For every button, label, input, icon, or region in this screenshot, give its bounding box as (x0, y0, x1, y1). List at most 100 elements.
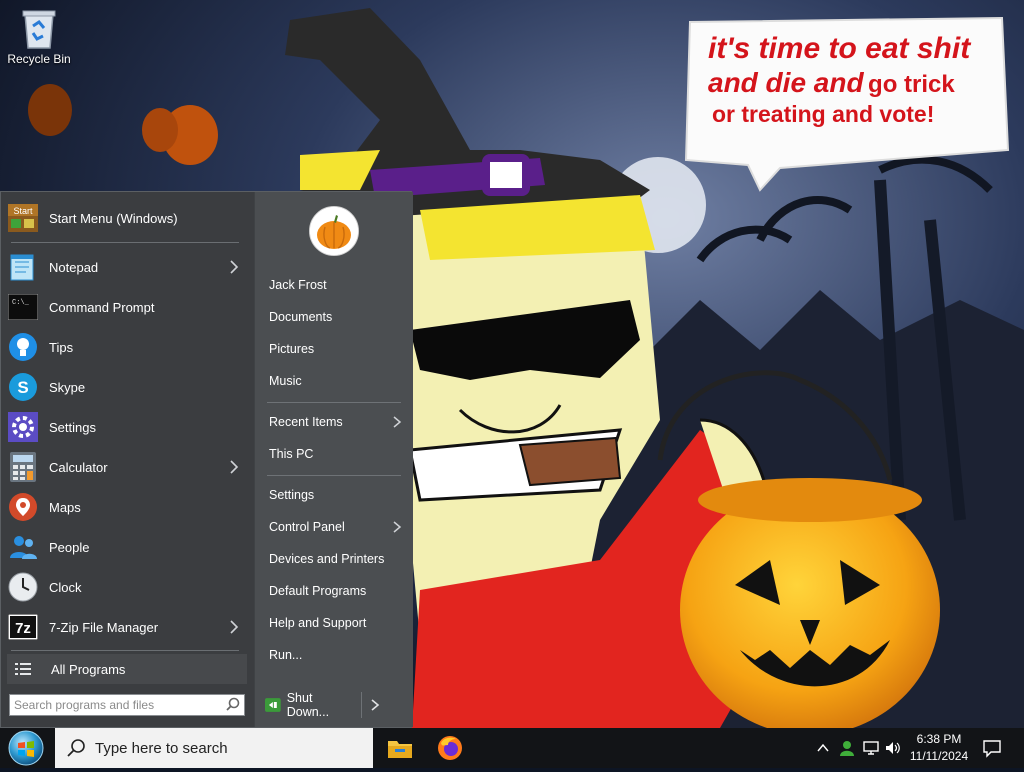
program-skype[interactable]: S Skype (7, 368, 245, 406)
taskbar-search-box[interactable]: Type here to search (55, 728, 373, 768)
svg-text:S: S (17, 378, 28, 397)
user-account-icon[interactable] (838, 739, 856, 757)
user-name-link[interactable]: Jack Frost (265, 272, 405, 298)
taskbar-file-explorer[interactable] (384, 732, 416, 764)
run-label: Run... (269, 648, 303, 662)
list-icon (15, 663, 31, 675)
firefox-icon (438, 736, 462, 760)
program-7zip[interactable]: 7z 7-Zip File Manager (7, 608, 245, 646)
run-link[interactable]: Run... (265, 642, 405, 668)
documents-link[interactable]: Documents (265, 304, 405, 330)
all-programs-label: All Programs (51, 661, 126, 677)
tips-icon (7, 331, 39, 363)
program-label: People (49, 539, 90, 555)
start-menu-places-pane: Jack Frost Documents Pictures Music Rece… (255, 192, 413, 727)
search-icon[interactable] (224, 695, 244, 715)
program-label: Command Prompt (49, 299, 155, 315)
clock-icon (7, 571, 39, 603)
windows-orb-icon (8, 730, 44, 766)
program-start-menu-windows[interactable]: Start Start Menu (Windows) (7, 199, 245, 237)
this-pc-label: This PC (269, 447, 314, 461)
devices-and-printers-link[interactable]: Devices and Printers (265, 546, 405, 572)
calculator-icon (7, 451, 39, 483)
program-label: Clock (49, 579, 82, 595)
recycle-bin-icon (19, 6, 59, 50)
settings-label: Settings (269, 488, 315, 502)
volume-icon[interactable] (884, 739, 902, 757)
program-calculator[interactable]: Calculator (7, 448, 245, 486)
separator (11, 242, 239, 243)
program-command-prompt[interactable]: C:\_ Command Prompt (7, 288, 245, 326)
start-search-input[interactable] (10, 696, 224, 714)
separator (11, 650, 239, 651)
shutdown-button[interactable]: Shut Down... (261, 691, 357, 719)
user-avatar[interactable] (309, 206, 359, 256)
taskbar-firefox[interactable] (434, 732, 466, 764)
music-link[interactable]: Music (265, 368, 405, 394)
svg-text:7z: 7z (15, 620, 31, 637)
separator (267, 402, 401, 403)
pictures-label: Pictures (269, 342, 315, 356)
program-tips[interactable]: Tips (7, 328, 245, 366)
svg-text:C:\_: C:\_ (12, 299, 30, 307)
shutdown-label: Shut Down... (286, 691, 330, 719)
program-notepad[interactable]: Notepad (7, 248, 245, 286)
taskbar: Type here to search 6:38 PM 11/11/2024 (0, 728, 1024, 768)
recycle-bin-label: Recycle Bin (7, 52, 71, 66)
program-label: Calculator (49, 459, 108, 475)
notification-center-icon[interactable] (982, 738, 1002, 758)
speech-line-2b: go trick (868, 70, 955, 98)
program-people[interactable]: People (7, 528, 245, 566)
chevron-up-icon[interactable] (814, 739, 832, 757)
taskbar-clock[interactable]: 6:38 PM 11/11/2024 (906, 731, 972, 765)
speech-line-2a: and die and (708, 66, 864, 98)
control-panel-label: Control Panel (269, 520, 345, 534)
this-pc-link[interactable]: This PC (265, 441, 405, 467)
network-icon[interactable] (862, 739, 880, 757)
settings-gear-icon (7, 411, 39, 443)
program-label: Skype (49, 379, 86, 395)
taskbar-search-placeholder: Type here to search (95, 739, 228, 757)
recent-items-link[interactable]: Recent Items (265, 409, 405, 435)
pictures-link[interactable]: Pictures (265, 336, 405, 362)
user-name: Jack Frost (269, 278, 327, 292)
speech-line-1: it's time to eat shit (708, 32, 971, 65)
devices-and-printers-label: Devices and Printers (269, 552, 385, 566)
chevron-right-icon[interactable] (227, 618, 241, 636)
clock-time: 6:38 PM (916, 732, 962, 746)
help-and-support-link[interactable]: Help and Support (265, 610, 405, 636)
pumpkin-avatar-icon (310, 207, 358, 255)
shutdown-options-button[interactable] (361, 692, 388, 718)
music-label: Music (269, 374, 302, 388)
maps-icon (7, 491, 39, 523)
program-label: Maps (49, 499, 81, 515)
program-settings[interactable]: Settings (7, 408, 245, 446)
clock-date: 11/11/2024 (909, 749, 969, 763)
program-label: 7-Zip File Manager (49, 619, 159, 635)
program-clock[interactable]: Clock (7, 568, 245, 606)
default-programs-label: Default Programs (269, 584, 367, 598)
chevron-right-icon[interactable] (391, 414, 403, 430)
7zip-icon: 7z (7, 611, 39, 643)
speech-bubble: it's time to eat shit and die and go tri… (708, 32, 1008, 127)
chevron-right-icon (371, 699, 380, 711)
notepad-icon (7, 251, 39, 283)
chevron-right-icon[interactable] (227, 458, 241, 476)
skype-icon: S (7, 371, 39, 403)
recent-items-label: Recent Items (269, 415, 343, 429)
start-search-box[interactable] (9, 694, 245, 716)
settings-link[interactable]: Settings (265, 482, 405, 508)
start-button[interactable] (6, 729, 46, 767)
start-menu-programs-pane: Start Start Menu (Windows) Notepad C:\_ … (1, 192, 254, 727)
control-panel-link[interactable]: Control Panel (265, 514, 405, 540)
start-menu: Start Start Menu (Windows) Notepad C:\_ … (0, 191, 413, 728)
default-programs-link[interactable]: Default Programs (265, 578, 405, 604)
program-label: Start Menu (Windows) (49, 210, 178, 226)
start-menu-app-icon: Start (7, 202, 39, 234)
all-programs-button[interactable]: All Programs (7, 654, 247, 684)
chevron-right-icon[interactable] (227, 258, 241, 276)
start-icon-text: Start (13, 206, 33, 216)
program-maps[interactable]: Maps (7, 488, 245, 526)
recycle-bin-desktop-icon[interactable]: Recycle Bin (4, 6, 74, 66)
chevron-right-icon[interactable] (391, 519, 403, 535)
